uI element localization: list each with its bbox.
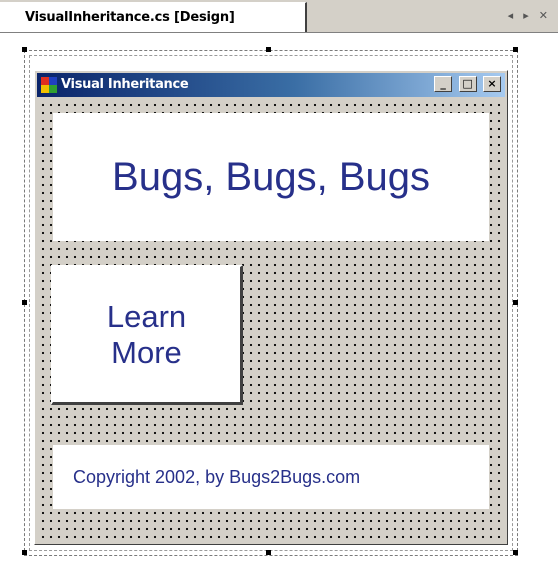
learn-more-button[interactable]: Learn More <box>51 265 243 405</box>
form-window[interactable]: Visual Inheritance _ □ × Bugs, Bugs, Bug… <box>34 70 508 545</box>
tab-strip-controls: ◂ ▸ ✕ <box>505 9 550 22</box>
form-titlebar[interactable]: Visual Inheritance _ □ × <box>37 73 505 97</box>
learn-more-line-1: Learn <box>106 298 187 334</box>
form-app-icon <box>41 77 57 93</box>
tab-visual-inheritance-design[interactable]: VisualInheritance.cs [Design] <box>0 2 307 32</box>
learn-more-line-2: More <box>111 334 182 370</box>
banner-text: Bugs, Bugs, Bugs <box>112 154 430 199</box>
banner-label[interactable]: Bugs, Bugs, Bugs <box>53 113 489 241</box>
resize-handle-bottom[interactable] <box>266 550 271 555</box>
resize-handle-top-right[interactable] <box>513 47 518 52</box>
resize-handle-top[interactable] <box>266 47 271 52</box>
resize-handle-left[interactable] <box>22 300 27 305</box>
resize-handle-right[interactable] <box>513 300 518 305</box>
titlebar-buttons: _ □ × <box>432 76 501 94</box>
copyright-text: Copyright 2002, by Bugs2Bugs.com <box>73 466 361 487</box>
scroll-right-icon[interactable]: ▸ <box>523 10 531 22</box>
maximize-button[interactable]: □ <box>458 76 477 92</box>
close-tab-icon[interactable]: ✕ <box>539 10 550 22</box>
copyright-label[interactable]: Copyright 2002, by Bugs2Bugs.com <box>53 445 489 509</box>
form-client-area[interactable]: Bugs, Bugs, Bugs Learn More Copyright 20… <box>37 99 505 542</box>
learn-more-label: Learn More <box>107 299 186 371</box>
resize-handle-top-left[interactable] <box>22 47 27 52</box>
document-tab-strip: VisualInheritance.cs [Design] ◂ ▸ ✕ <box>0 0 558 33</box>
scroll-left-icon[interactable]: ◂ <box>508 10 516 22</box>
resize-handle-bottom-right[interactable] <box>513 550 518 555</box>
form-title: Visual Inheritance <box>61 77 189 92</box>
minimize-button[interactable]: _ <box>434 76 453 92</box>
resize-handle-bottom-left[interactable] <box>22 550 27 555</box>
close-button[interactable]: × <box>483 76 501 92</box>
